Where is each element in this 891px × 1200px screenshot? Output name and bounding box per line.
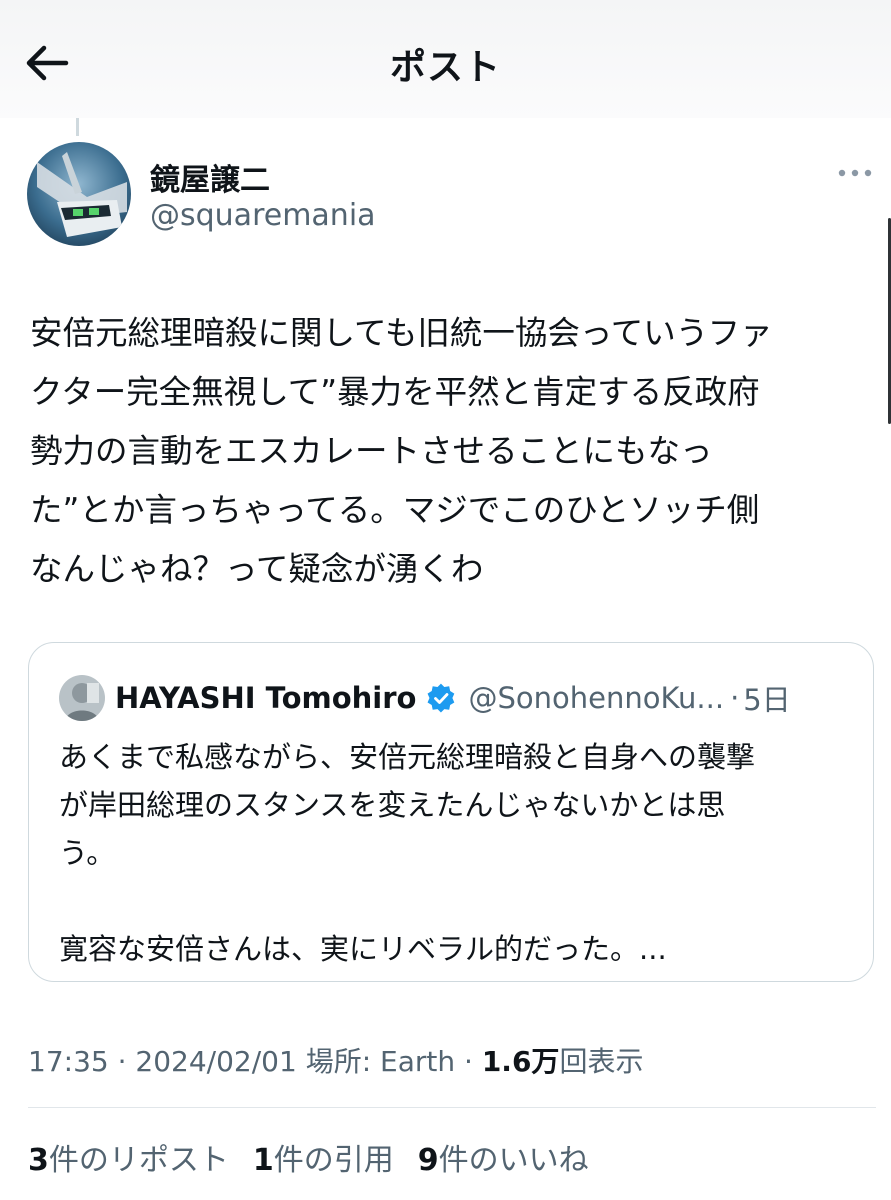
quotes-count: 1 [252, 1143, 274, 1178]
quoted-post-header: HAYASHI Tomohiro @SonohennoKu... · 5日 [115, 675, 855, 721]
more-options-button[interactable] [836, 158, 876, 188]
views-count[interactable]: 1.6万 [482, 1045, 560, 1078]
quotes-stat[interactable]: 1件の引用 [253, 1135, 394, 1179]
engagement-stats: 3件のリポスト 1件の引用 9件のいいね [28, 1135, 589, 1179]
top-bar: ポスト [0, 0, 891, 118]
meta-separator: · [108, 1045, 136, 1078]
quoted-author-avatar [59, 675, 105, 721]
author-display-name[interactable]: 鏡屋譲二 [150, 155, 270, 199]
author-handle[interactable]: @squaremania [150, 198, 376, 233]
more-horizontal-icon [838, 169, 872, 177]
reposts-label: 件のリポスト [48, 1143, 229, 1178]
divider [28, 1107, 876, 1108]
post-metadata: 17:35 · 2024/02/01 場所: Earth · 1.6万回表示 [28, 1040, 643, 1080]
reposts-count: 3 [28, 1143, 49, 1178]
quoted-post-card[interactable]: HAYASHI Tomohiro @SonohennoKu... · 5日 あく… [28, 642, 874, 982]
post-location: 場所: Earth [296, 1045, 456, 1078]
user-photo-icon [59, 675, 105, 721]
post-date[interactable]: 2024/02/01 [135, 1045, 296, 1078]
likes-label: 件のいいね [438, 1143, 589, 1178]
quoted-post-time: 5日 [743, 683, 791, 717]
post-text: 安倍元総理暗殺に関しても旧統一協会っていうファ クター完全無視して”暴力を平然と… [30, 314, 773, 588]
author-avatar[interactable] [27, 142, 131, 246]
meta-separator: · [455, 1045, 482, 1078]
views-label[interactable]: 回表示 [559, 1045, 643, 1078]
aircraft-photo-icon [27, 142, 131, 246]
likes-stat[interactable]: 9件のいいね [418, 1135, 589, 1179]
quotes-label: 件の引用 [273, 1143, 394, 1178]
thread-connector-line [76, 118, 79, 136]
post-time[interactable]: 17:35 [28, 1045, 109, 1078]
likes-count: 9 [417, 1143, 439, 1178]
quoted-author-name: HAYASHI Tomohiro [115, 681, 417, 715]
page-title: ポスト [389, 47, 501, 88]
separator-dot: · [730, 681, 740, 715]
verified-badge-icon [428, 683, 455, 713]
quoted-author-handle: @SonohennoKu... [468, 681, 725, 715]
reposts-stat[interactable]: 3件のリポスト [28, 1135, 229, 1179]
quoted-post-text: あくまで私感ながら、安倍元総理暗殺と自身への襲撃 が岸田総理のスタンスを変えたん… [59, 740, 756, 966]
